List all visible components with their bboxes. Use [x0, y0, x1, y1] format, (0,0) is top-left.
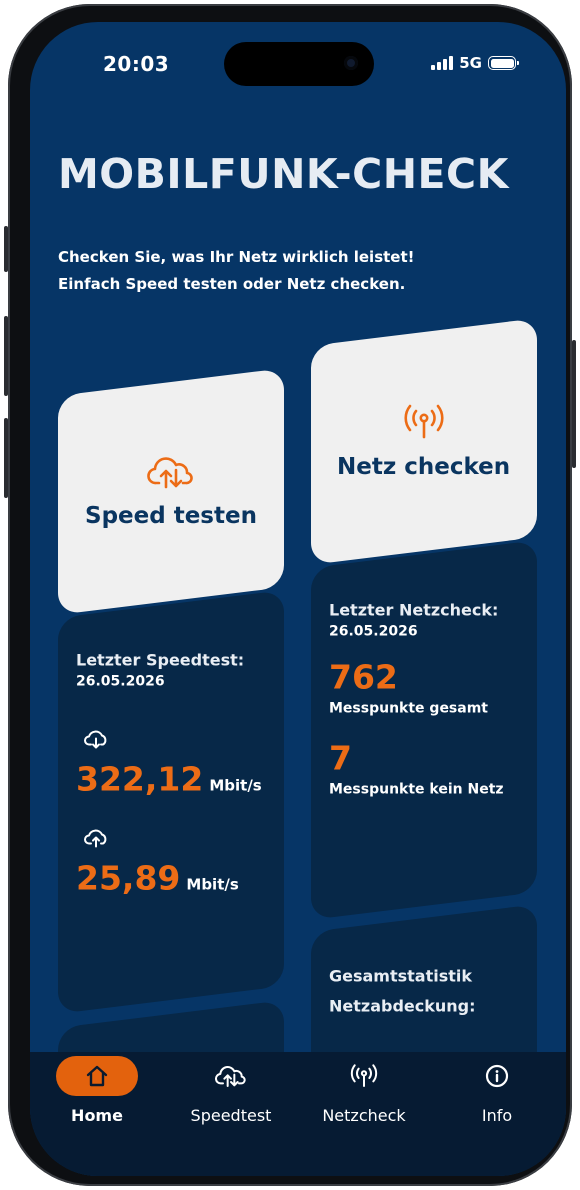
camera-icon — [344, 56, 358, 70]
nav-info-label: Info — [481, 1106, 513, 1125]
power-button — [572, 340, 576, 468]
no-network-points-label: Messpunkte kein Netz — [329, 781, 504, 798]
volume-down-button — [4, 418, 8, 498]
total-points-label: Messpunkte gesamt — [329, 700, 488, 717]
nav-netzcheck-label: Netzcheck — [322, 1106, 406, 1125]
bottom-navigation: Home Speedtest Netzcheck Info — [30, 1052, 566, 1176]
nav-home-label: Home — [71, 1106, 123, 1125]
nav-info[interactable]: Info — [437, 1052, 557, 1125]
subtitle-line-2: Einfach Speed testen oder Netz checken. — [58, 275, 406, 293]
page-subtitle: Checken Sie, was Ihr Netz wirklich leist… — [58, 244, 414, 298]
speed-test-label: Speed testen — [85, 502, 257, 529]
upload-icon — [84, 829, 107, 848]
download-unit: Mbit/s — [209, 776, 262, 795]
network-type: 5G — [459, 54, 482, 72]
status-indicators: 5G — [431, 54, 519, 72]
cloud-upload-download-icon — [147, 456, 193, 488]
download-icon — [84, 730, 107, 749]
signal-icon — [431, 56, 454, 70]
home-active-indicator — [56, 1056, 138, 1096]
antenna-signal-icon — [350, 1064, 378, 1087]
statistics-title-line-2: Netzabdeckung: — [329, 996, 476, 1016]
app-screen: 20:03 5G MOBILFUNK-CHECK Checken Sie, wa… — [30, 22, 566, 1176]
nav-speedtest[interactable]: Speedtest — [171, 1052, 291, 1125]
upload-unit: Mbit/s — [186, 875, 239, 894]
last-speedtest-card[interactable]: Letzter Speedtest: 26.05.2026 322,12 Mbi… — [58, 590, 284, 1014]
phone-frame: 20:03 5G MOBILFUNK-CHECK Checken Sie, wa… — [4, 4, 576, 1186]
volume-up-button — [4, 316, 8, 396]
page-title: MOBILFUNK-CHECK — [58, 150, 509, 198]
status-time: 20:03 — [103, 52, 170, 76]
last-netcheck-date: 26.05.2026 — [329, 623, 418, 640]
last-speedtest-title: Letzter Speedtest: — [76, 650, 245, 670]
antenna-signal-icon — [404, 404, 444, 438]
last-speedtest-date: 26.05.2026 — [76, 673, 165, 690]
nav-home[interactable]: Home — [37, 1052, 157, 1125]
subtitle-line-1: Checken Sie, was Ihr Netz wirklich leist… — [58, 248, 415, 266]
info-icon — [485, 1064, 509, 1088]
download-row: 322,12 Mbit/s — [76, 760, 274, 799]
last-netcheck-title: Letzter Netzcheck: — [329, 600, 499, 620]
nav-netzcheck[interactable]: Netzcheck — [304, 1052, 424, 1125]
upload-row: 25,89 Mbit/s — [76, 859, 274, 898]
network-check-button[interactable]: Netz checken — [311, 318, 537, 565]
dynamic-island — [224, 42, 374, 86]
home-icon — [86, 1065, 108, 1087]
speed-test-button[interactable]: Speed testen — [58, 368, 284, 615]
action-button — [4, 226, 8, 272]
battery-icon — [488, 56, 519, 70]
statistics-title-line-1: Gesamtstatistik — [329, 966, 473, 986]
total-points-value: 762 — [329, 657, 398, 697]
upload-value: 25,89 — [76, 858, 181, 898]
cloud-upload-download-icon — [215, 1066, 246, 1087]
network-check-label: Netz checken — [337, 453, 511, 480]
no-network-points-value: 7 — [329, 738, 352, 778]
download-value: 322,12 — [76, 759, 204, 799]
last-netcheck-card[interactable]: Letzter Netzcheck: 26.05.2026 762 Messpu… — [311, 540, 537, 920]
nav-speedtest-label: Speedtest — [190, 1106, 272, 1125]
